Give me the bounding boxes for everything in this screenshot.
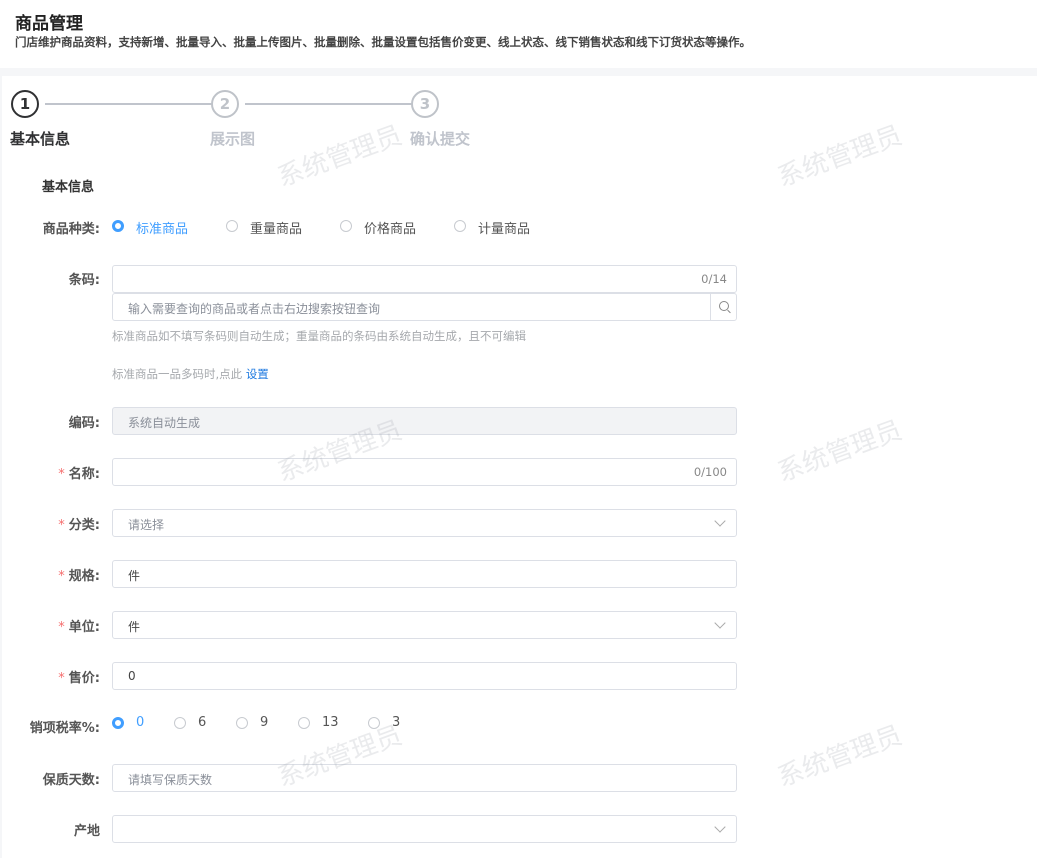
origin-select[interactable] xyxy=(112,815,737,843)
radio-dot xyxy=(298,717,310,729)
char-counter: 0/100 xyxy=(693,465,727,479)
page-description: 门店维护商品资料，支持新增、批量导入、批量上传图片、批量删除、批量设置包括售价变… xyxy=(15,35,751,49)
radio-dot xyxy=(236,717,248,729)
product-type-label: 商品种类: xyxy=(42,222,100,237)
multi-barcode-settings-link[interactable]: 设置 xyxy=(246,367,269,381)
required-mark: * xyxy=(58,620,65,635)
spec-label: * 规格: xyxy=(58,569,100,584)
required-mark: * xyxy=(58,569,65,584)
step-number: 1 xyxy=(11,90,39,118)
watermark: 系统管理员 xyxy=(773,415,907,489)
step-title: 确认提交 xyxy=(410,130,471,148)
placeholder: 输入需要查询的商品或者点击右边搜索按钮查询 xyxy=(128,302,381,316)
category-select[interactable]: 请选择 xyxy=(112,509,737,537)
step-connector-1 xyxy=(45,103,215,105)
spec-input[interactable]: 件 xyxy=(112,560,737,588)
page-title: 商品管理 xyxy=(15,14,83,34)
tax-rate-label: 销项税率%: xyxy=(29,721,100,736)
barcode-search-input[interactable]: 输入需要查询的商品或者点击右边搜索按钮查询 xyxy=(112,293,737,321)
barcode-input[interactable]: 0/14 xyxy=(112,265,737,293)
required-mark: * xyxy=(58,518,65,533)
step-number: 3 xyxy=(411,90,439,118)
step-title: 基本信息 xyxy=(10,130,71,148)
radio-dot xyxy=(368,717,380,729)
placeholder: 请选择 xyxy=(128,518,165,532)
shelf-life-input[interactable]: 请填写保质天数 xyxy=(112,764,737,792)
origin-label: 产地 xyxy=(73,824,100,839)
code-input: 系统自动生成 xyxy=(112,407,737,435)
placeholder: 请填写保质天数 xyxy=(128,773,213,787)
step-number: 2 xyxy=(211,90,239,118)
price-label: * 售价: xyxy=(58,671,100,686)
code-label: 编码: xyxy=(68,416,100,431)
required-mark: * xyxy=(58,671,65,686)
step-title: 展示图 xyxy=(210,130,256,148)
form-card: 1 基本信息 2 展示图 3 确认提交 基本信息 商品种类: 标准商品 重量商品… xyxy=(2,76,1037,858)
chevron-down-icon xyxy=(714,617,726,629)
shelf-life-label: 保质天数: xyxy=(42,773,100,788)
page-header: 商品管理 门店维护商品资料，支持新增、批量导入、批量上传图片、批量删除、批量设置… xyxy=(0,0,1037,68)
barcode-label: 条码: xyxy=(68,273,100,288)
search-icon xyxy=(719,301,729,311)
radio-dot xyxy=(226,220,238,232)
watermark: 系统管理员 xyxy=(773,720,907,794)
radio-dot xyxy=(112,717,124,729)
barcode-hint: 标准商品如不填写条码则自动生成；重量商品的条码由系统自动生成，且不可编辑 xyxy=(112,329,526,343)
category-label: * 分类: xyxy=(58,518,100,533)
name-label: * 名称: xyxy=(58,467,100,482)
radio-dot xyxy=(112,220,124,232)
radio-dot xyxy=(174,717,186,729)
radio-dot xyxy=(340,220,352,232)
unit-label: * 单位: xyxy=(58,620,100,635)
name-input[interactable]: 0/100 xyxy=(112,458,737,486)
placeholder: 系统自动生成 xyxy=(128,416,201,430)
unit-select[interactable]: 件 xyxy=(112,611,737,639)
section-title: 基本信息 xyxy=(42,180,95,195)
required-mark: * xyxy=(58,467,65,482)
chevron-down-icon xyxy=(714,821,726,833)
watermark: 系统管理员 xyxy=(273,120,407,194)
chevron-down-icon xyxy=(714,515,726,527)
step-connector-2 xyxy=(245,103,415,105)
char-counter: 0/14 xyxy=(701,272,727,286)
price-input[interactable]: 0 xyxy=(112,662,737,690)
multi-barcode-hint: 标准商品一品多码时,点此 设置 xyxy=(112,367,269,381)
search-button[interactable] xyxy=(710,294,736,320)
watermark: 系统管理员 xyxy=(773,120,907,194)
radio-dot xyxy=(454,220,466,232)
